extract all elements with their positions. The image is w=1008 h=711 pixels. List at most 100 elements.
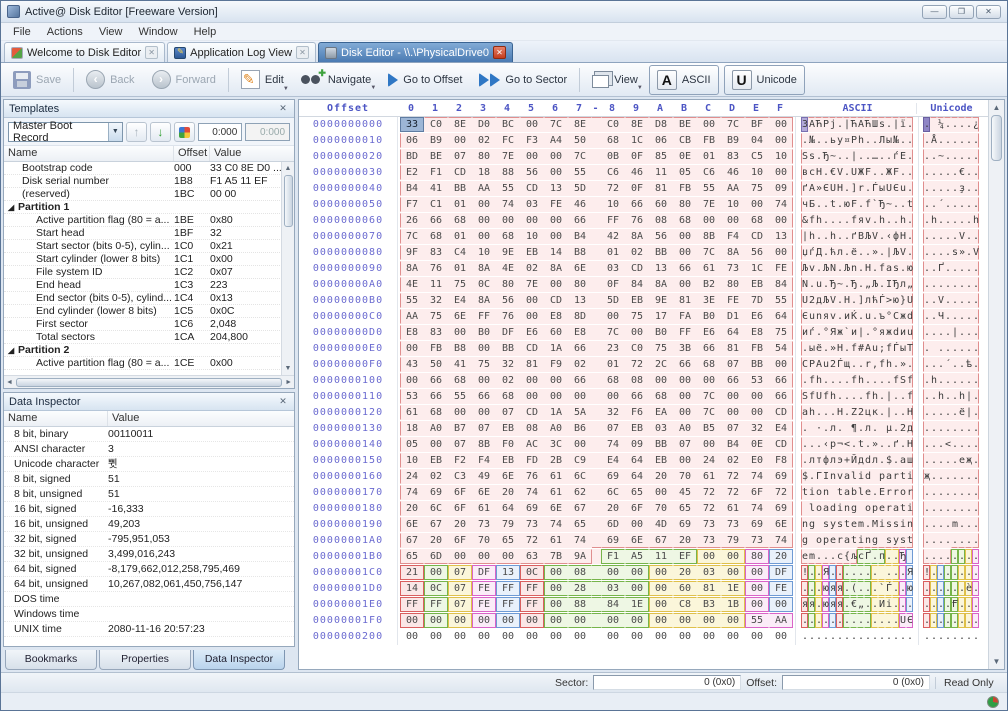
ascii-char[interactable]: u [906,325,913,340]
ascii-char[interactable]: . [906,133,913,148]
unicode-char[interactable]: . [923,485,930,500]
byte-cell[interactable]: 81 [721,341,745,356]
byte-cell[interactable]: 68 [649,389,673,404]
unicode-char[interactable]: . [944,213,951,228]
ascii-char[interactable]: . [801,341,808,356]
close-icon[interactable]: ✕ [976,5,1001,19]
ascii-char[interactable]: { [843,549,850,564]
ascii-char[interactable]: . [878,245,885,260]
byte-cell[interactable]: C0 [601,117,625,132]
ascii-char[interactable]: ° [885,309,892,324]
ascii-char[interactable]: A [808,181,815,196]
ascii-char[interactable] [906,549,913,564]
ascii-char[interactable]: ъ [878,309,885,324]
unicode-char[interactable]: . [944,485,951,500]
ascii-char[interactable]: . [843,597,850,612]
unicode-char[interactable]: . [958,517,965,532]
ascii-char[interactable]: Є [801,309,808,324]
ascii-char[interactable]: . [808,277,815,292]
unicode-char[interactable]: . [951,405,958,420]
ascii-char[interactable]: . [871,565,878,580]
byte-cell[interactable]: 10 [400,453,424,468]
ascii-char[interactable]: С [892,309,899,324]
byte-cell[interactable]: 00 [745,197,769,212]
byte-cell[interactable]: 00 [673,629,697,644]
byte-cell[interactable]: 68 [697,357,721,372]
ascii-char[interactable]: . [864,517,871,532]
ascii-char[interactable]: s [885,517,892,532]
table-row[interactable]: 32 bit, unsigned3,499,016,243 [4,547,294,562]
ascii-char[interactable]: Є [822,181,829,196]
ascii-char[interactable]: . [871,165,878,180]
byte-cell[interactable]: 00 [544,581,568,596]
byte-cell[interactable]: 43 [400,357,424,372]
ascii-char[interactable]: f [850,341,857,356]
unicode-char[interactable]: . [951,357,958,372]
unicode-char[interactable]: . [958,501,965,516]
byte-cell[interactable]: 72 [697,501,721,516]
byte-cell[interactable]: 00 [520,373,544,388]
ascii-char[interactable]: . [843,149,850,164]
byte-cell[interactable]: 80 [496,277,520,292]
byte-cell[interactable]: 0F [625,181,649,196]
ascii-char[interactable]: s [836,517,843,532]
unicode-char[interactable]: . [937,453,944,468]
ascii-char[interactable]: . [899,437,906,452]
scroll-left-icon[interactable]: ◄ [6,379,13,386]
byte-cell[interactable]: AC [520,437,544,452]
byte-cell[interactable]: 00 [472,197,496,212]
byte-cell[interactable]: 55 [568,165,592,180]
ascii-char[interactable]: ; [878,341,885,356]
ascii-char[interactable]: f [892,373,899,388]
ascii-char[interactable]: . [899,565,906,580]
byte-cell[interactable]: 80 [568,277,592,292]
byte-cell[interactable]: 74 [520,485,544,500]
byte-cell[interactable]: 50 [424,357,448,372]
byte-cell[interactable]: 6E [400,517,424,532]
ascii-char[interactable]: . [899,165,906,180]
ascii-char[interactable]: . [878,405,885,420]
byte-cell[interactable]: DF [496,325,520,340]
ascii-char[interactable]: . [843,581,850,596]
byte-cell[interactable]: E8 [568,325,592,340]
byte-cell[interactable]: 00 [520,629,544,644]
byte-cell[interactable]: 01 [601,245,625,260]
byte-cell[interactable]: FF [400,597,424,612]
byte-cell[interactable]: 00 [649,565,673,580]
byte-cell[interactable]: 7B [544,549,568,564]
scroll-up-icon[interactable]: ▲ [993,100,1001,115]
ascii-char[interactable]: . [843,613,850,628]
unicode-char[interactable]: . [951,309,958,324]
unicode-char[interactable]: . [965,325,972,340]
hex-vscrollbar[interactable]: ▲ ▼ [988,100,1004,669]
ascii-char[interactable]: . [899,405,906,420]
ascii-char[interactable]: . [871,581,878,596]
byte-cell[interactable]: 69 [520,501,544,516]
unicode-char[interactable]: Ғ [951,597,958,612]
table-row[interactable]: Active partition flag (80 = a...1BE0x80 [4,214,294,227]
ascii-char[interactable]: Ђ [892,277,899,292]
byte-cell[interactable]: 00 [697,629,721,644]
unicode-char[interactable]: . [923,165,930,180]
ascii-char[interactable]: . [815,405,822,420]
byte-cell[interactable]: 00 [496,629,520,644]
ascii-char[interactable]: t [906,197,913,212]
unicode-char[interactable]: . [972,293,979,308]
ascii-char[interactable] [878,565,885,580]
ascii-char[interactable]: п [878,549,885,564]
ascii-char[interactable]: r [885,501,892,516]
unicode-char[interactable]: . [958,565,965,580]
byte-cell[interactable]: EB [496,453,520,468]
unicode-char[interactable]: . [972,485,979,500]
ascii-char[interactable]: „ [857,597,864,612]
byte-cell[interactable]: 66 [769,389,793,404]
ascii-char[interactable]: . [906,597,913,612]
unicode-char[interactable]: . [923,341,930,356]
byte-cell[interactable]: 24 [697,453,721,468]
byte-cell[interactable]: 00 [472,373,496,388]
ascii-char[interactable]: . [899,629,906,644]
ascii-char[interactable]: V [829,293,836,308]
ascii-char[interactable]: r [892,469,899,484]
ascii-char[interactable]: . [892,421,899,436]
ascii-char[interactable]: щ [843,357,850,372]
